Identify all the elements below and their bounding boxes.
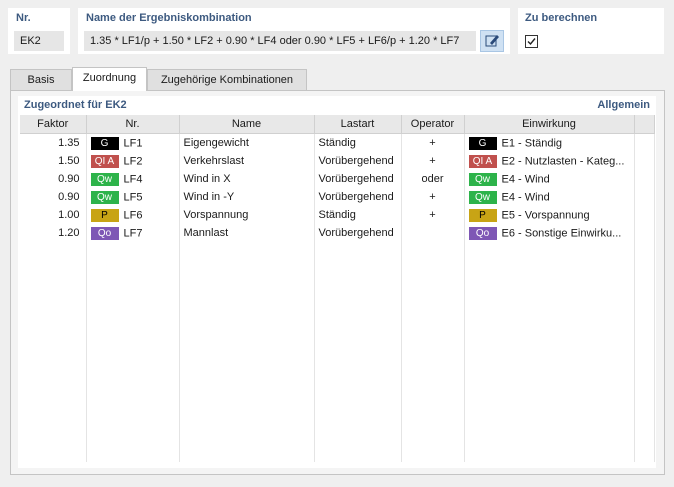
cell-faktor[interactable]: 1.20 — [20, 224, 87, 242]
col-lastart[interactable]: Lastart — [314, 115, 402, 134]
table-row[interactable]: 0.90 Qw LF4 Wind in X Vorübergehend oder Qw E4 … — [20, 170, 655, 188]
cell-name[interactable]: Eigengewicht — [179, 133, 315, 152]
cell-nr[interactable]: QI A LF2 — [86, 152, 180, 170]
cell-lastart[interactable]: Vorübergehend — [314, 224, 402, 242]
cell-operator[interactable]: + — [401, 188, 465, 206]
nr-label: Nr. — [16, 12, 31, 24]
nr-text: LF7 — [123, 226, 143, 239]
cell-operator[interactable]: oder — [401, 170, 465, 188]
action-type-badge: G — [468, 136, 497, 150]
action-type-badge: Qo — [468, 226, 497, 240]
col-nr[interactable]: Nr. — [86, 115, 180, 134]
check-icon — [527, 38, 536, 46]
cell-einwirkung[interactable]: Qw E4 - Wind — [464, 170, 635, 188]
col-spacer — [634, 115, 655, 134]
cell-einwirkung[interactable]: QI A E2 - Nutzlasten - Kateg... — [464, 152, 635, 170]
nr-text: LF1 — [123, 136, 143, 149]
table-row[interactable]: 1.35 G LF1 Eigengewicht Ständig + G E1 - Ständi… — [20, 133, 655, 152]
nr-field[interactable]: EK2 — [14, 31, 64, 51]
action-type-badge: P — [468, 208, 497, 222]
cell-nr[interactable]: P LF6 — [86, 206, 180, 224]
cell-lastart[interactable]: Vorübergehend — [314, 170, 402, 188]
calc-checkbox[interactable] — [525, 35, 538, 48]
cell-faktor[interactable]: 1.35 — [20, 133, 87, 152]
cell-faktor[interactable]: 1.50 — [20, 152, 87, 170]
allgemein-link[interactable]: Allgemein — [597, 99, 650, 111]
cell-name[interactable]: Mannlast — [179, 224, 315, 242]
cell-spacer — [634, 170, 655, 188]
col-operator[interactable]: Operator — [401, 115, 465, 134]
tab-zuordnung[interactable]: Zuordnung — [72, 67, 147, 91]
cell-spacer — [634, 206, 655, 224]
einwirkung-text: E4 - Wind — [501, 190, 550, 203]
col-faktor[interactable]: Faktor — [20, 115, 87, 134]
cell-einwirkung[interactable]: G E1 - Ständig — [464, 133, 635, 152]
cell-einwirkung[interactable]: Qw E4 - Wind — [464, 188, 635, 206]
cell-name[interactable]: Wind in -Y — [179, 188, 315, 206]
table-row[interactable]: 0.90 Qw LF5 Wind in -Y Vorübergehend + Qw E4 - … — [20, 188, 655, 206]
name-label: Name der Ergebniskombination — [86, 12, 252, 24]
edit-name-button[interactable] — [480, 30, 504, 52]
cell-spacer — [634, 152, 655, 170]
einwirkung-text: E6 - Sonstige Einwirku... — [501, 226, 622, 239]
cell-einwirkung[interactable]: Qo E6 - Sonstige Einwirku... — [464, 224, 635, 242]
cell-nr[interactable]: Qo LF7 — [86, 224, 180, 242]
cell-spacer — [634, 133, 655, 152]
einwirkung-text: E2 - Nutzlasten - Kateg... — [501, 154, 625, 167]
load-type-badge: G — [90, 136, 119, 150]
cell-nr[interactable]: Qw LF4 — [86, 170, 180, 188]
load-type-badge: P — [90, 208, 119, 222]
tab-zugehoerige-kombinationen[interactable]: Zugehörige Kombinationen — [147, 69, 307, 90]
table-row[interactable]: 1.20 Qo LF7 Mannlast Vorübergehend Qo E6 - Son… — [20, 224, 655, 242]
action-type-badge: Qw — [468, 172, 497, 186]
assignment-table: Faktor Nr. Name Lastart Operator Einwirk… — [20, 115, 655, 462]
table-row[interactable]: 1.00 P LF6 Vorspannung Ständig + P E5 - Vorspan… — [20, 206, 655, 224]
col-einwirkung[interactable]: Einwirkung — [464, 115, 635, 134]
cell-lastart[interactable]: Ständig — [314, 206, 402, 224]
table-empty-area — [20, 242, 655, 462]
cell-operator[interactable] — [401, 224, 465, 242]
table-header-row: Faktor Nr. Name Lastart Operator Einwirk… — [20, 115, 655, 134]
load-type-badge: Qo — [90, 226, 119, 240]
table-row[interactable]: 1.50 QI A LF2 Verkehrslast Vorübergehend + QI … — [20, 152, 655, 170]
cell-nr[interactable]: G LF1 — [86, 133, 180, 152]
cell-spacer — [634, 188, 655, 206]
cell-operator[interactable]: + — [401, 206, 465, 224]
nr-text: LF6 — [123, 208, 143, 221]
cell-einwirkung[interactable]: P E5 - Vorspannung — [464, 206, 635, 224]
cell-faktor[interactable]: 0.90 — [20, 170, 87, 188]
load-type-badge: QI A — [90, 154, 119, 168]
name-field[interactable]: 1.35 * LF1/p + 1.50 * LF2 + 0.90 * LF4 o… — [84, 31, 476, 51]
cell-lastart[interactable]: Vorübergehend — [314, 152, 402, 170]
nr-text: LF2 — [123, 154, 143, 167]
cell-faktor[interactable]: 1.00 — [20, 206, 87, 224]
edit-icon — [485, 35, 499, 47]
einwirkung-text: E5 - Vorspannung — [501, 208, 590, 221]
cell-faktor[interactable]: 0.90 — [20, 188, 87, 206]
cell-nr[interactable]: Qw LF5 — [86, 188, 180, 206]
cell-name[interactable]: Wind in X — [179, 170, 315, 188]
cell-operator[interactable]: + — [401, 133, 465, 152]
einwirkung-text: E4 - Wind — [501, 172, 550, 185]
tab-basis[interactable]: Basis — [10, 69, 72, 90]
cell-lastart[interactable]: Vorübergehend — [314, 188, 402, 206]
cell-name[interactable]: Verkehrslast — [179, 152, 315, 170]
load-type-badge: Qw — [90, 190, 119, 204]
einwirkung-text: E1 - Ständig — [501, 136, 563, 149]
col-name[interactable]: Name — [179, 115, 315, 134]
cell-operator[interactable]: + — [401, 152, 465, 170]
calc-label: Zu berechnen — [525, 12, 598, 24]
nr-text: LF5 — [123, 190, 143, 203]
load-type-badge: Qw — [90, 172, 119, 186]
section-title: Zugeordnet für EK2 — [24, 99, 127, 111]
action-type-badge: Qw — [468, 190, 497, 204]
nr-text: LF4 — [123, 172, 143, 185]
cell-lastart[interactable]: Ständig — [314, 133, 402, 152]
cell-spacer — [634, 224, 655, 242]
action-type-badge: QI A — [468, 154, 497, 168]
cell-name[interactable]: Vorspannung — [179, 206, 315, 224]
